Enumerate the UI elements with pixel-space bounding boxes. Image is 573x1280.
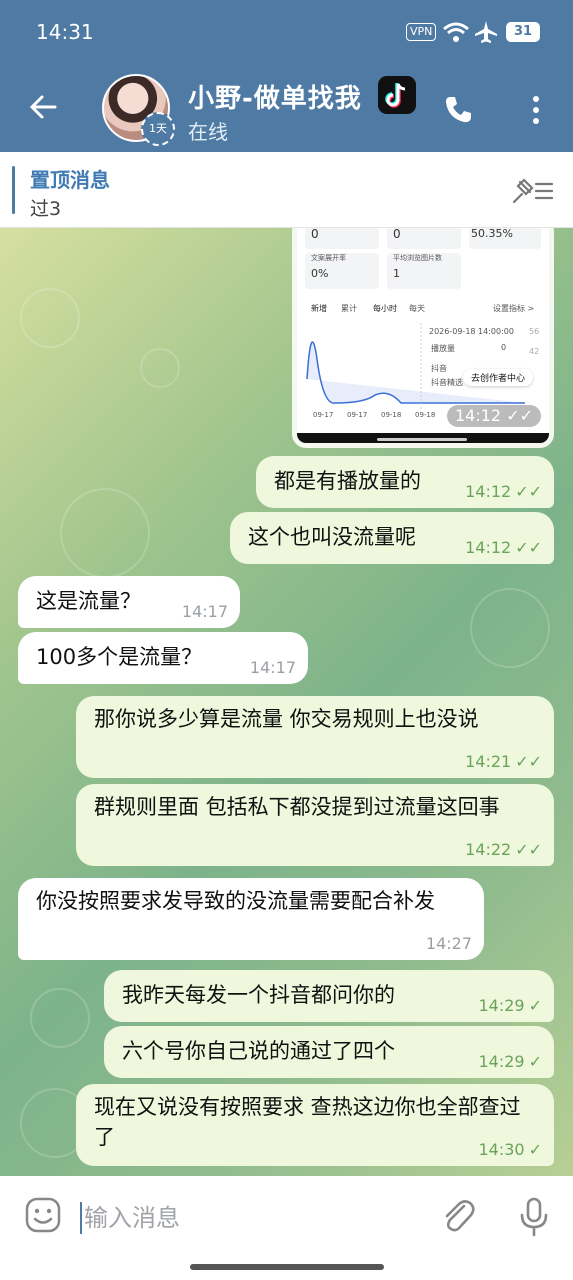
message-meta: 14:30 ✓ <box>478 1140 542 1160</box>
message-time: 14:29 <box>478 1052 525 1071</box>
message-meta: 14:29 ✓ <box>478 1052 542 1072</box>
metric-value: 0% <box>311 267 329 280</box>
message-meta: 14:22 ✓✓ <box>465 840 542 860</box>
double-check-icon: ✓✓ <box>515 840 542 859</box>
metric-value: 50.35% <box>471 228 513 240</box>
message-text: 群规则里面 包括私下都没提到过流量这回事 <box>94 795 500 819</box>
message-time: 14:12 <box>465 538 512 557</box>
message-outgoing[interactable]: 这个也叫没流量呢 14:12 ✓✓ <box>230 512 554 564</box>
pinned-message[interactable]: 置顶消息 过3 <box>0 152 573 228</box>
metric-label: 文案展开率 <box>311 254 346 262</box>
message-time: 14:30 <box>478 1140 525 1159</box>
message-meta: 14:12 ✓✓ <box>465 482 542 502</box>
message-time: 14:22 <box>465 840 512 859</box>
message-outgoing[interactable]: 现在又说没有按照要求 查热这边你也全部查过了 14:30 ✓ <box>76 1084 554 1166</box>
more-vertical-icon[interactable] <box>524 94 548 126</box>
status-time: 14:31 <box>36 20 94 44</box>
metric-value: 1 <box>393 267 400 280</box>
message-input[interactable] <box>84 1200 404 1236</box>
single-check-icon: ✓ <box>528 996 542 1015</box>
attach-icon[interactable] <box>440 1196 476 1236</box>
double-check-icon: ✓✓ <box>506 406 534 425</box>
chat-header: 1天 小野-做单找我 在线 <box>0 64 573 152</box>
status-bar: 14:31 VPN 31 <box>0 0 573 64</box>
message-text: 那你说多少算是流量 你交易规则上也没说 <box>94 707 479 731</box>
single-check-icon: ✓ <box>528 1052 542 1071</box>
message-outgoing[interactable]: 都是有播放量的 14:12 ✓✓ <box>256 456 554 508</box>
message-outgoing[interactable]: 那你说多少算是流量 你交易规则上也没说 14:21 ✓✓ <box>76 696 554 778</box>
settings-link: 设置指标 > <box>493 304 535 313</box>
battery-indicator: 31 <box>506 22 540 42</box>
message-outgoing[interactable]: 六个号你自己说的通过了四个 14:29 ✓ <box>104 1026 554 1078</box>
x-label: 09-18 <box>415 411 436 419</box>
message-time: 14:17 <box>249 658 296 677</box>
double-check-icon: ✓✓ <box>515 538 542 557</box>
message-time: 14:27 <box>425 934 472 953</box>
phone-icon[interactable] <box>442 94 474 126</box>
message-input-bar <box>0 1176 573 1256</box>
tab-daily: 每天 <box>409 304 425 313</box>
contact-status: 在线 <box>188 120 228 144</box>
message-meta: 14:17 <box>250 658 296 678</box>
message-time: 14:21 <box>465 752 512 771</box>
background-doodle <box>30 988 90 1048</box>
metric-label: 平均浏览图片数 <box>393 254 442 262</box>
mic-icon[interactable] <box>518 1196 550 1238</box>
image-timestamp: 14:12 ✓✓ <box>447 405 542 427</box>
message-outgoing[interactable]: 我昨天每发一个抖音都问你的 14:29 ✓ <box>104 970 554 1022</box>
tab-cumulative: 累计 <box>341 304 357 313</box>
wifi-icon <box>443 22 469 42</box>
home-indicator[interactable] <box>190 1264 384 1270</box>
message-text: 你没按照要求发导致的没流量需要配合补发 <box>36 889 435 913</box>
message-meta: 14:21 ✓✓ <box>465 752 542 772</box>
story-badge[interactable]: 1天 <box>141 112 175 146</box>
message-time: 14:12 <box>465 482 512 501</box>
message-meta: 14:29 ✓ <box>478 996 542 1016</box>
message-meta: 14:12 ✓✓ <box>465 538 542 558</box>
x-label: 09-17 <box>313 411 334 419</box>
double-check-icon: ✓✓ <box>515 482 542 501</box>
x-label: 09-17 <box>347 411 368 419</box>
x-label: 09-18 <box>381 411 402 419</box>
pinned-indicator <box>12 166 15 214</box>
tiktok-icon <box>378 76 416 114</box>
pinned-title: 置顶消息 <box>30 168 110 192</box>
message-incoming[interactable]: 100多个是流量？ 14:17 <box>18 632 308 684</box>
message-time: 14:17 <box>181 602 228 621</box>
background-doodle <box>140 348 180 388</box>
airplane-icon <box>475 21 497 43</box>
double-check-icon: ✓✓ <box>515 752 542 771</box>
message-time: 14:29 <box>478 996 525 1015</box>
background-doodle <box>60 488 150 578</box>
emoji-icon[interactable] <box>24 1196 62 1234</box>
tab-hourly: 每小时 <box>373 304 397 313</box>
metric-value: 0 <box>393 228 401 241</box>
screenshot-image[interactable]: 0 0 50.35% 文案展开率 0% 平均浏览图片数 1 新增 累计 每小时 … <box>292 228 554 448</box>
message-incoming[interactable]: 你没按照要求发导致的没流量需要配合补发 14:27 <box>18 878 484 960</box>
system-nav-bar <box>0 1256 573 1280</box>
nav-bar <box>297 433 549 443</box>
tab-new: 新增 <box>311 304 327 313</box>
back-arrow-icon[interactable] <box>28 92 58 122</box>
unpin-icon[interactable] <box>510 176 554 206</box>
message-meta: 14:27 <box>426 934 472 954</box>
pinned-text: 过3 <box>30 198 62 220</box>
creator-center-button: 去创作者中心 <box>463 369 534 386</box>
background-doodle <box>470 588 550 668</box>
message-meta: 14:17 <box>182 602 228 622</box>
text-cursor <box>80 1202 82 1234</box>
contact-name[interactable]: 小野-做单找我 <box>188 78 362 115</box>
message-incoming[interactable]: 这是流量？ 14:17 <box>18 576 240 628</box>
vpn-badge: VPN <box>406 23 437 41</box>
metric-value: 0 <box>311 228 319 241</box>
playback-line-chart <box>306 323 525 409</box>
image-time: 14:12 <box>455 406 502 425</box>
background-doodle <box>20 288 80 348</box>
single-check-icon: ✓ <box>528 1140 542 1159</box>
message-outgoing[interactable]: 群规则里面 包括私下都没提到过流量这回事 14:22 ✓✓ <box>76 784 554 866</box>
chat-area[interactable]: 0 0 50.35% 文案展开率 0% 平均浏览图片数 1 新增 累计 每小时 … <box>0 228 573 1176</box>
